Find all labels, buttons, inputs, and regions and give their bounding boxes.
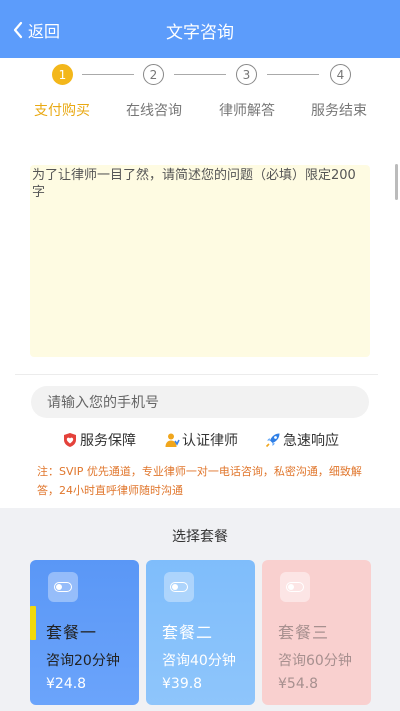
service-note: 注：SVIP 优先通道，专业律师一对一电话咨询，私密沟通，细致解答，24小时直呼…: [37, 465, 362, 497]
rocket-icon: [265, 433, 280, 448]
features-row: 服务保障 认证律师 急速响应: [0, 430, 400, 450]
feature-fast-response: 急速响应: [265, 430, 339, 450]
top-bar: 返回 文字咨询: [0, 0, 400, 58]
feature-service-guarantee: 服务保障: [62, 430, 136, 450]
selected-indicator: [30, 606, 36, 640]
progress-steps: 1 2 3 4 支付购买 在线咨询 律师解答 服务结束: [0, 64, 400, 124]
feature-label: 急速响应: [283, 433, 339, 449]
step-2-label: 在线咨询: [126, 103, 182, 119]
step-2-circle: 2: [143, 64, 164, 85]
package-desc: 咨询40分钟: [162, 653, 236, 669]
question-box: [30, 165, 370, 357]
package-section: 选择套餐 套餐一 咨询20分钟 ¥24.8 套餐二 咨询40分钟 ¥39.8 套…: [0, 508, 400, 711]
step-4-label: 服务结束: [311, 103, 367, 119]
feature-label: 服务保障: [80, 433, 136, 449]
package-name: 套餐一: [46, 623, 98, 642]
phone-input[interactable]: [45, 386, 359, 420]
package-card-3[interactable]: 套餐三 咨询60分钟 ¥54.8: [262, 560, 371, 705]
question-textarea[interactable]: [32, 167, 368, 355]
phone-field: [31, 386, 369, 420]
package-section-title: 选择套餐: [172, 529, 228, 545]
package-price: ¥54.8: [278, 676, 319, 692]
step-1-label: 支付购买: [34, 103, 90, 119]
step-connector: [174, 74, 226, 75]
page-title: 文字咨询: [166, 23, 234, 43]
step-3-label: 律师解答: [219, 103, 275, 119]
package-desc: 咨询60分钟: [278, 653, 352, 669]
step-connector: [82, 74, 134, 75]
feature-certified-lawyer: 认证律师: [164, 430, 238, 450]
step-1-circle: 1: [52, 64, 73, 85]
package-price: ¥39.8: [162, 676, 203, 692]
shield-heart-icon: [64, 433, 76, 447]
step-4-circle: 4: [330, 64, 351, 85]
package-desc: 咨询20分钟: [46, 653, 120, 669]
toggle-icon: [48, 572, 78, 602]
package-price: ¥24.8: [46, 676, 87, 692]
package-name: 套餐三: [278, 623, 330, 642]
package-name: 套餐二: [162, 623, 214, 642]
toggle-icon: [280, 572, 310, 602]
lawyer-icon: [165, 433, 180, 447]
divider: [15, 374, 378, 375]
scrollbar[interactable]: [395, 164, 398, 200]
package-card-1[interactable]: 套餐一 咨询20分钟 ¥24.8: [30, 560, 139, 705]
step-3-circle: 3: [236, 64, 257, 85]
toggle-icon: [164, 572, 194, 602]
feature-label: 认证律师: [182, 433, 238, 449]
step-connector: [267, 74, 319, 75]
package-card-2[interactable]: 套餐二 咨询40分钟 ¥39.8: [146, 560, 255, 705]
